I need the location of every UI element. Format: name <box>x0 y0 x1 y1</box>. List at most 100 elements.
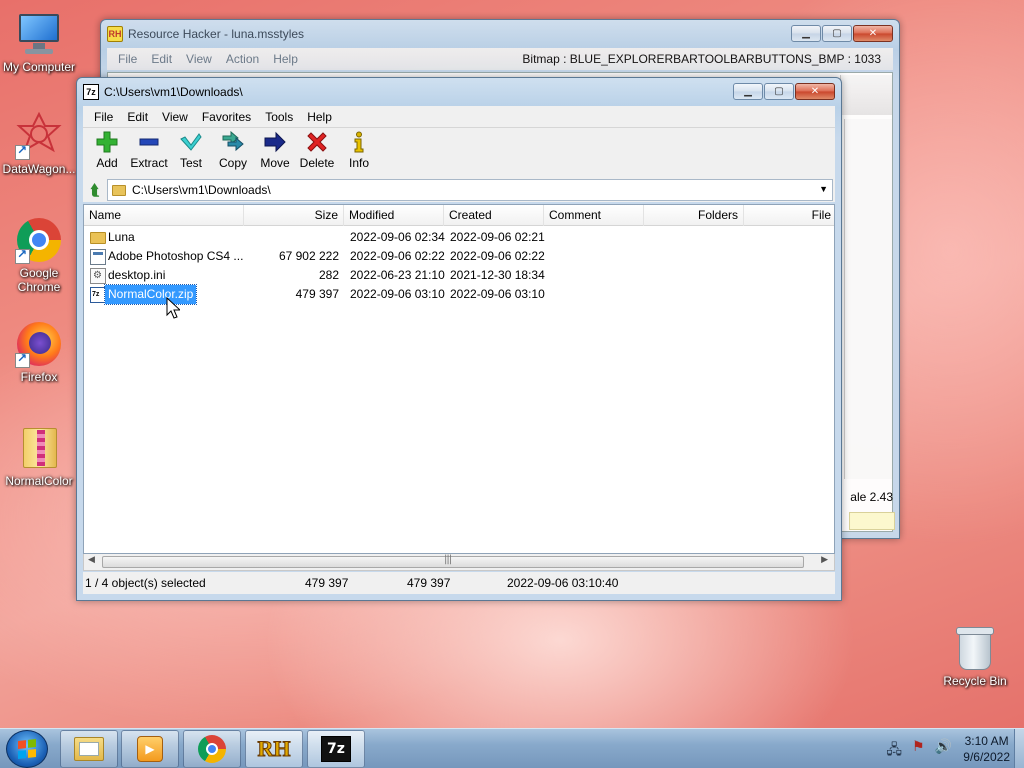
scroll-right-icon[interactable]: ▶ <box>821 555 828 565</box>
copy-button[interactable]: Copy <box>212 128 254 178</box>
chrome-icon <box>15 216 63 264</box>
chrome-icon <box>198 735 226 763</box>
desktop-icon-label: Google Chrome <box>17 266 61 294</box>
status-highlight <box>849 512 895 530</box>
menu-help[interactable]: Help <box>266 52 305 66</box>
windows-logo-icon <box>18 739 36 759</box>
minimize-button[interactable]: ▁ <box>733 83 763 100</box>
address-bar: ⮬ C:\Users\vm1\Downloads\ ▼ <box>83 178 835 202</box>
minimize-button[interactable]: ▁ <box>791 25 821 42</box>
column-modified[interactable]: Modified <box>344 205 444 226</box>
media-player-icon: ▶ <box>137 736 163 762</box>
taskbar-chrome-button[interactable] <box>183 730 241 768</box>
address-combobox[interactable]: C:\Users\vm1\Downloads\ ▼ <box>107 179 833 201</box>
close-icon: ✕ <box>810 86 820 97</box>
maximize-button[interactable]: ▢ <box>764 83 794 100</box>
info-label: Info <box>348 156 369 170</box>
file-list[interactable]: Name Size Modified Created Comment Folde… <box>83 204 835 554</box>
menu-file[interactable]: File <box>111 52 144 66</box>
menu-file[interactable]: File <box>87 110 120 124</box>
close-button[interactable]: ✕ <box>853 25 893 42</box>
start-button[interactable] <box>6 730 48 768</box>
taskbar-resource-hacker-button[interactable]: RH <box>245 730 303 768</box>
taskbar-media-player-button[interactable]: ▶ <box>121 730 179 768</box>
extract-button[interactable]: Extract <box>128 128 170 178</box>
column-size[interactable]: Size <box>244 205 344 226</box>
menu-favorites[interactable]: Favorites <box>195 110 258 124</box>
status-packed-size: 479 397 <box>407 576 451 590</box>
maximize-button[interactable]: ▢ <box>822 25 852 42</box>
taskbar-7zip-button[interactable]: 7z <box>307 730 365 768</box>
table-row-selected[interactable]: NormalColor.zip 479 397 2022-09-06 03:10… <box>84 284 834 305</box>
table-row[interactable]: Adobe Photoshop CS4 ... 67 902 222 2022-… <box>84 247 834 266</box>
desktop-icon-recycle-bin[interactable]: Recycle Bin <box>942 627 1008 688</box>
title-bar[interactable]: 7z C:\Users\vm1\Downloads\ <box>77 78 841 106</box>
desktop-icon-my-computer[interactable]: My Computer <box>0 10 78 74</box>
desktop-icon-google-chrome[interactable]: Google Chrome <box>0 216 78 294</box>
network-icon[interactable]: 🖧 <box>886 739 902 763</box>
file-size: 479 397 <box>295 287 339 301</box>
test-button[interactable]: Test <box>170 128 212 178</box>
info-button[interactable]: Info <box>338 128 380 178</box>
close-button[interactable]: ✕ <box>795 83 835 100</box>
file-size: 282 <box>318 268 339 282</box>
desktop-icon-label: My Computer <box>2 60 76 74</box>
desktop-icon-firefox[interactable]: Firefox <box>0 320 78 384</box>
scroll-left-icon[interactable]: ◀ <box>88 555 95 565</box>
show-desktop-button[interactable] <box>1014 729 1024 768</box>
add-label: Add <box>96 156 118 170</box>
resource-hacker-app-icon: RH <box>257 736 291 762</box>
column-folders[interactable]: Folders <box>644 205 744 226</box>
volume-icon[interactable]: 🔊 <box>935 739 952 763</box>
file-created: 2022-09-06 02:22 <box>450 249 545 263</box>
scrollbar-grip-icon: ||| <box>444 554 452 565</box>
menu-tools[interactable]: Tools <box>258 110 300 124</box>
shortcut-arrow-icon <box>15 351 30 368</box>
menu-view[interactable]: View <box>179 52 219 66</box>
settings-file-icon <box>90 266 106 285</box>
add-button[interactable]: Add <box>86 128 128 178</box>
column-files[interactable]: File <box>744 205 834 226</box>
minimize-icon: ▁ <box>802 28 810 39</box>
folder-up-button[interactable]: ⮬ <box>83 179 107 201</box>
resource-toolbar <box>840 75 892 115</box>
menu-help[interactable]: Help <box>300 110 339 124</box>
clock-date: 9/6/2022 <box>963 750 1010 764</box>
table-row[interactable]: Luna 2022-09-06 02:34 2022-09-06 02:21 <box>84 228 834 247</box>
system-clock[interactable]: 3:10 AM 9/6/2022 <box>963 733 1010 765</box>
desktop-icon-label: NormalColor <box>5 474 73 488</box>
desktop-icon-datawagon[interactable]: DataWagon... <box>0 111 78 176</box>
copy-label: Copy <box>218 156 247 170</box>
minus-icon <box>138 131 160 153</box>
bitmap-info-label: Bitmap : BLUE_EXPLORERBARTOOLBARBUTTONS_… <box>522 52 881 66</box>
resource-hacker-app-icon: RH <box>107 26 123 42</box>
firefox-icon <box>15 320 63 368</box>
menu-edit[interactable]: Edit <box>144 52 179 66</box>
zip-folder-icon <box>15 424 63 472</box>
column-comment[interactable]: Comment <box>544 205 644 226</box>
horizontal-scrollbar[interactable]: ◀ ||| ▶ <box>83 554 835 571</box>
scrollbar-thumb[interactable] <box>102 556 804 568</box>
close-icon: ✕ <box>868 28 878 39</box>
dropdown-arrow-icon[interactable]: ▼ <box>819 184 828 194</box>
column-created[interactable]: Created <box>444 205 544 226</box>
table-row[interactable]: desktop.ini 282 2022-06-23 21:10 2021-12… <box>84 266 834 285</box>
menu-edit[interactable]: Edit <box>120 110 155 124</box>
file-size: 67 902 222 <box>278 249 339 263</box>
menu-view[interactable]: View <box>155 110 195 124</box>
7zip-file-manager-window[interactable]: 7z C:\Users\vm1\Downloads\ ▁ ▢ ✕ File Ed… <box>76 77 842 601</box>
title-bar[interactable]: RH Resource Hacker - luna.msstyles <box>101 20 899 48</box>
desktop-icon-normalcolor[interactable]: NormalColor <box>0 424 78 488</box>
maximize-icon: ▢ <box>832 28 842 39</box>
file-name: Adobe Photoshop CS4 ... <box>108 249 244 263</box>
shortcut-arrow-icon <box>15 247 30 264</box>
taskbar-explorer-button[interactable] <box>60 730 118 768</box>
action-center-flag-icon[interactable]: ⚑ <box>912 739 925 763</box>
extract-label: Extract <box>130 156 168 170</box>
delete-button[interactable]: Delete <box>296 128 338 178</box>
move-button[interactable]: Move <box>254 128 296 178</box>
taskbar: ▶ RH 7z 🖧 ⚑ 🔊 3:10 AM 9/6/2022 <box>0 728 1024 768</box>
column-name[interactable]: Name <box>84 205 244 226</box>
menu-action[interactable]: Action <box>219 52 266 66</box>
file-created: 2021-12-30 18:34 <box>450 268 545 282</box>
